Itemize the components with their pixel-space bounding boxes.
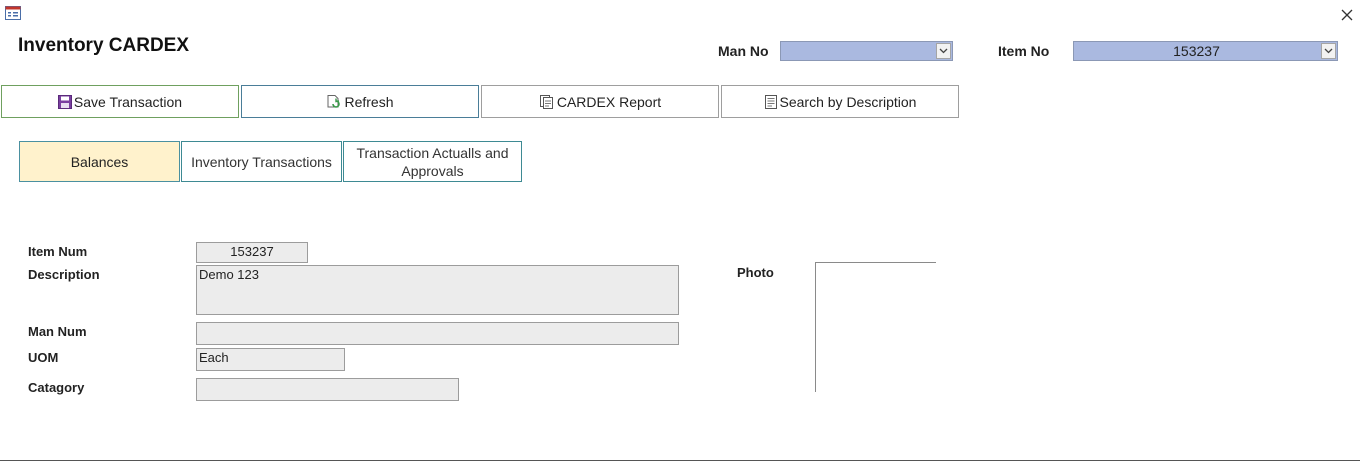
tab-balances-label: Balances: [70, 153, 129, 170]
uom-label: UOM: [28, 350, 59, 365]
item-num-field[interactable]: 153237: [196, 242, 308, 263]
save-transaction-label: Save Transaction: [73, 93, 183, 110]
form-title: Inventory CARDEX: [18, 35, 190, 56]
item-num-label: Item Num: [28, 244, 88, 259]
description-field[interactable]: Demo 123: [196, 265, 679, 315]
refresh-label: Refresh: [344, 93, 394, 110]
man-no-combo[interactable]: [780, 41, 953, 61]
uom-field[interactable]: Each: [196, 348, 345, 371]
report-icon: [539, 94, 553, 109]
tab-balances[interactable]: Balances: [19, 141, 180, 182]
man-no-label: Man No: [718, 43, 769, 59]
chevron-down-icon[interactable]: [1321, 43, 1336, 59]
catagory-field[interactable]: [196, 378, 459, 401]
search-icon: [764, 94, 777, 109]
search-by-description-label: Search by Description: [779, 93, 917, 110]
close-icon: [1341, 9, 1353, 21]
tab-inventory-transactions[interactable]: Inventory Transactions: [181, 141, 342, 182]
photo-frame: [815, 262, 936, 392]
form-icon: [5, 6, 21, 20]
chevron-down-icon[interactable]: [936, 43, 951, 59]
photo-label: Photo: [737, 265, 774, 280]
item-no-label: Item No: [998, 43, 1050, 59]
save-icon: [57, 94, 72, 109]
bottom-divider: [0, 460, 1360, 461]
tab-transaction-actualls-approvals[interactable]: Transaction Actualls and Approvals: [343, 141, 522, 182]
catagory-label: Catagory: [28, 380, 85, 395]
save-transaction-button[interactable]: Save Transaction: [1, 85, 239, 118]
search-by-description-button[interactable]: Search by Description: [721, 85, 959, 118]
refresh-icon: [327, 94, 341, 108]
tab-inventory-transactions-label: Inventory Transactions: [191, 153, 332, 170]
man-num-field[interactable]: [196, 322, 679, 345]
cardex-report-label: CARDEX Report: [556, 93, 662, 110]
refresh-button[interactable]: Refresh: [241, 85, 479, 118]
item-no-combo[interactable]: 153237: [1073, 41, 1338, 61]
item-no-value: 153237: [1173, 43, 1220, 59]
cardex-report-button[interactable]: CARDEX Report: [481, 85, 719, 118]
man-num-label: Man Num: [28, 324, 87, 339]
description-label: Description: [28, 267, 100, 282]
tab-transaction-actualls-approvals-label: Transaction Actualls and Approvals: [356, 144, 509, 179]
close-button[interactable]: [1338, 6, 1356, 24]
